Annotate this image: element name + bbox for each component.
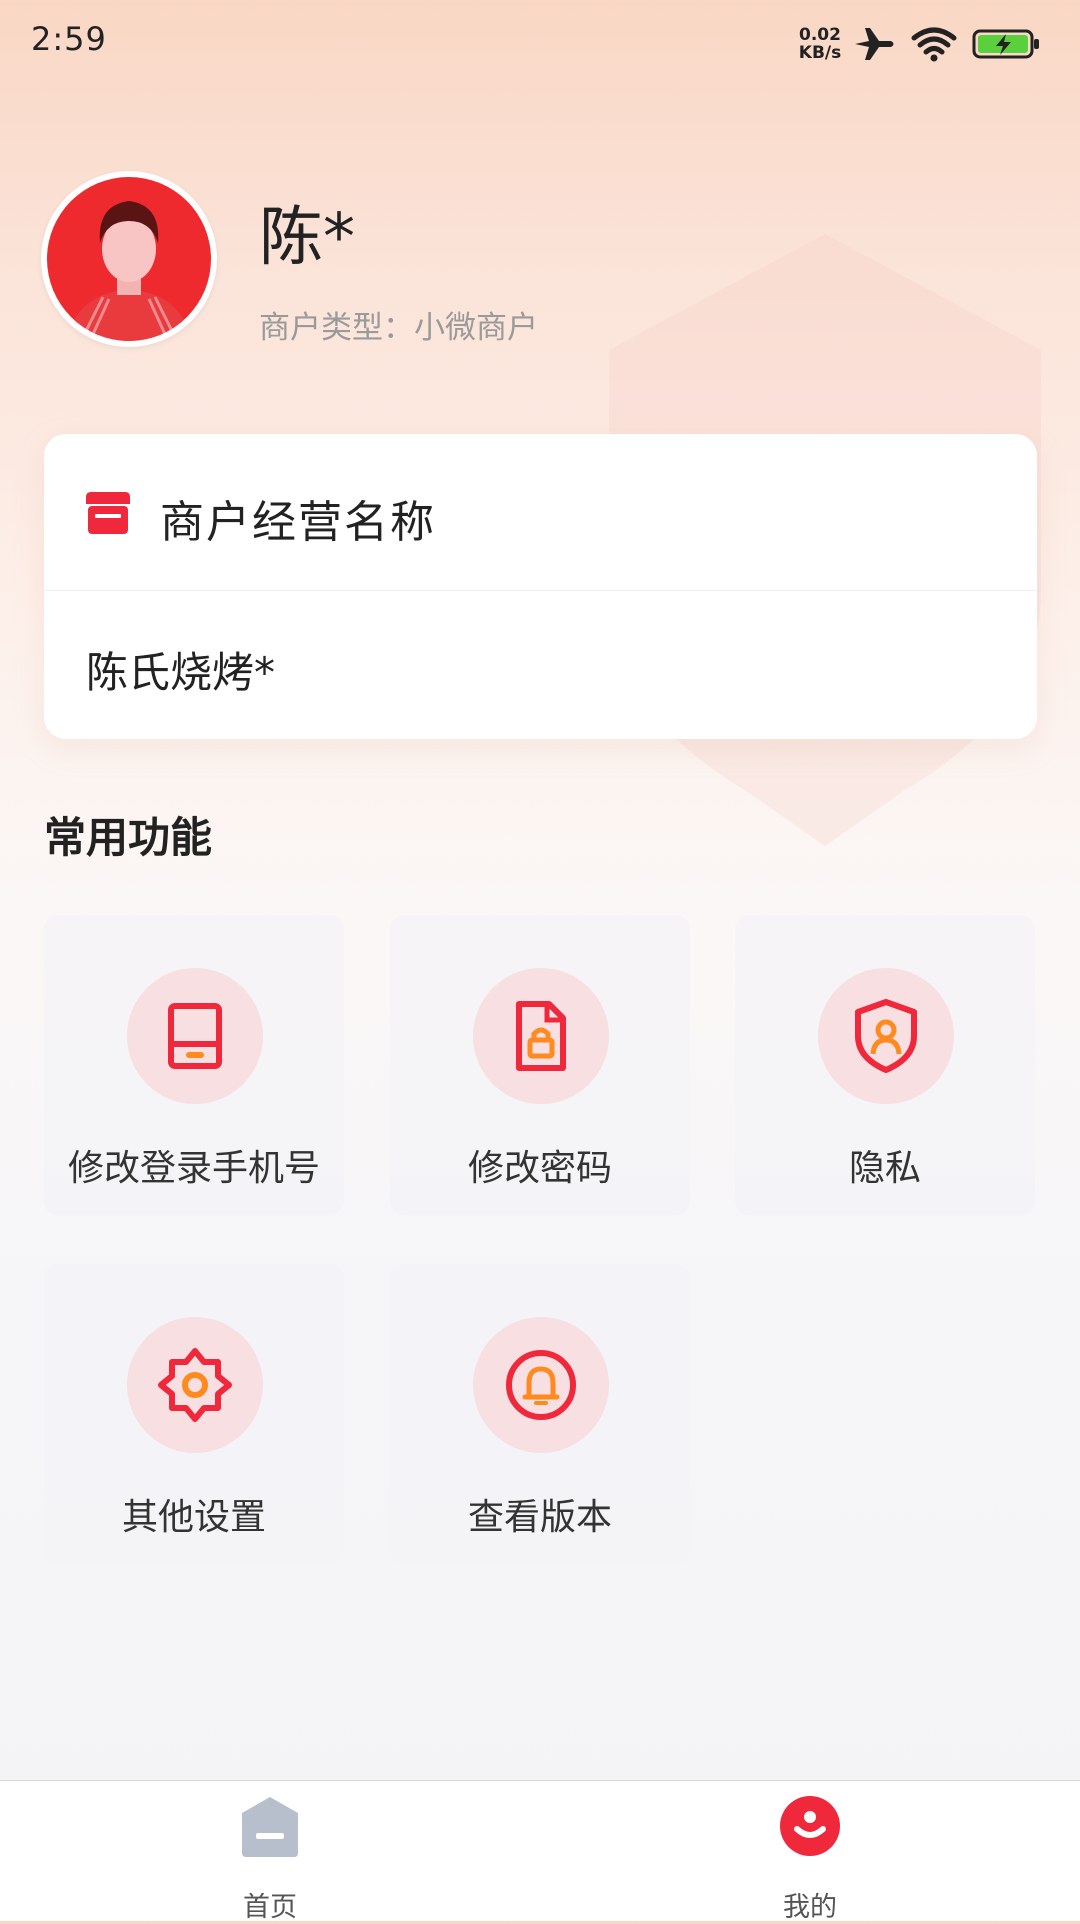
nav-label-mine: 我的: [783, 1892, 837, 1923]
avatar[interactable]: [41, 171, 217, 347]
bell-icon: [506, 1350, 576, 1420]
airplane-icon: [853, 24, 897, 68]
nav-label-home: 首页: [243, 1892, 297, 1923]
profile-smile-icon: [780, 1795, 840, 1861]
merchant-card-header: 商户经营名称: [44, 434, 1037, 591]
nav-item-mine[interactable]: 我的: [710, 1781, 910, 1923]
merchant-card-title: 商户经营名称: [160, 497, 436, 548]
feature-label: 其他设置: [121, 1497, 266, 1538]
feature-icon-circle: [127, 1317, 263, 1453]
nav-item-home[interactable]: 首页: [170, 1781, 370, 1923]
merchant-name-value: 陈氏烧烤*: [86, 648, 276, 697]
merchant-card: 商户经营名称 陈氏烧烤*: [44, 434, 1037, 739]
home-icon: [240, 1795, 300, 1863]
network-speed: 0.02 KB/s: [793, 26, 847, 62]
battery-charging-icon: [972, 28, 1042, 64]
wifi-icon: [911, 26, 957, 66]
feature-label: 隐私: [848, 1148, 921, 1189]
privacy-shield-icon: [855, 999, 917, 1073]
bottom-nav: 首页 我的: [0, 1780, 1080, 1923]
feature-privacy[interactable]: 隐私: [735, 915, 1035, 1215]
status-bar: 2:59 0.02 KB/s: [0, 0, 1080, 90]
feature-icon-circle: [818, 968, 954, 1104]
section-title-functions: 常用功能: [44, 813, 213, 862]
user-name: 陈*: [259, 201, 355, 275]
feature-other-settings[interactable]: 其他设置: [44, 1264, 344, 1564]
status-time: 2:59: [31, 20, 107, 58]
gear-icon: [158, 1348, 232, 1422]
lock-document-icon: [516, 1001, 566, 1071]
network-speed-unit: KB/s: [798, 43, 842, 63]
feature-change-password[interactable]: 修改密码: [390, 915, 690, 1215]
feature-label: 修改登录手机号: [67, 1148, 320, 1189]
feature-icon-circle: [473, 968, 609, 1104]
feature-icon-circle: [127, 968, 263, 1104]
feature-icon-circle: [473, 1317, 609, 1453]
feature-label: 查看版本: [467, 1497, 612, 1538]
phone-icon: [168, 1003, 222, 1069]
merchant-type: 商户类型：小微商户: [259, 310, 538, 346]
feature-label: 修改密码: [467, 1148, 612, 1189]
feature-change-phone[interactable]: 修改登录手机号: [44, 915, 344, 1215]
avatar-person-icon: [47, 177, 211, 341]
shop-icon: [84, 488, 132, 540]
network-speed-value: 0.02: [799, 25, 841, 45]
feature-view-version[interactable]: 查看版本: [390, 1264, 690, 1564]
